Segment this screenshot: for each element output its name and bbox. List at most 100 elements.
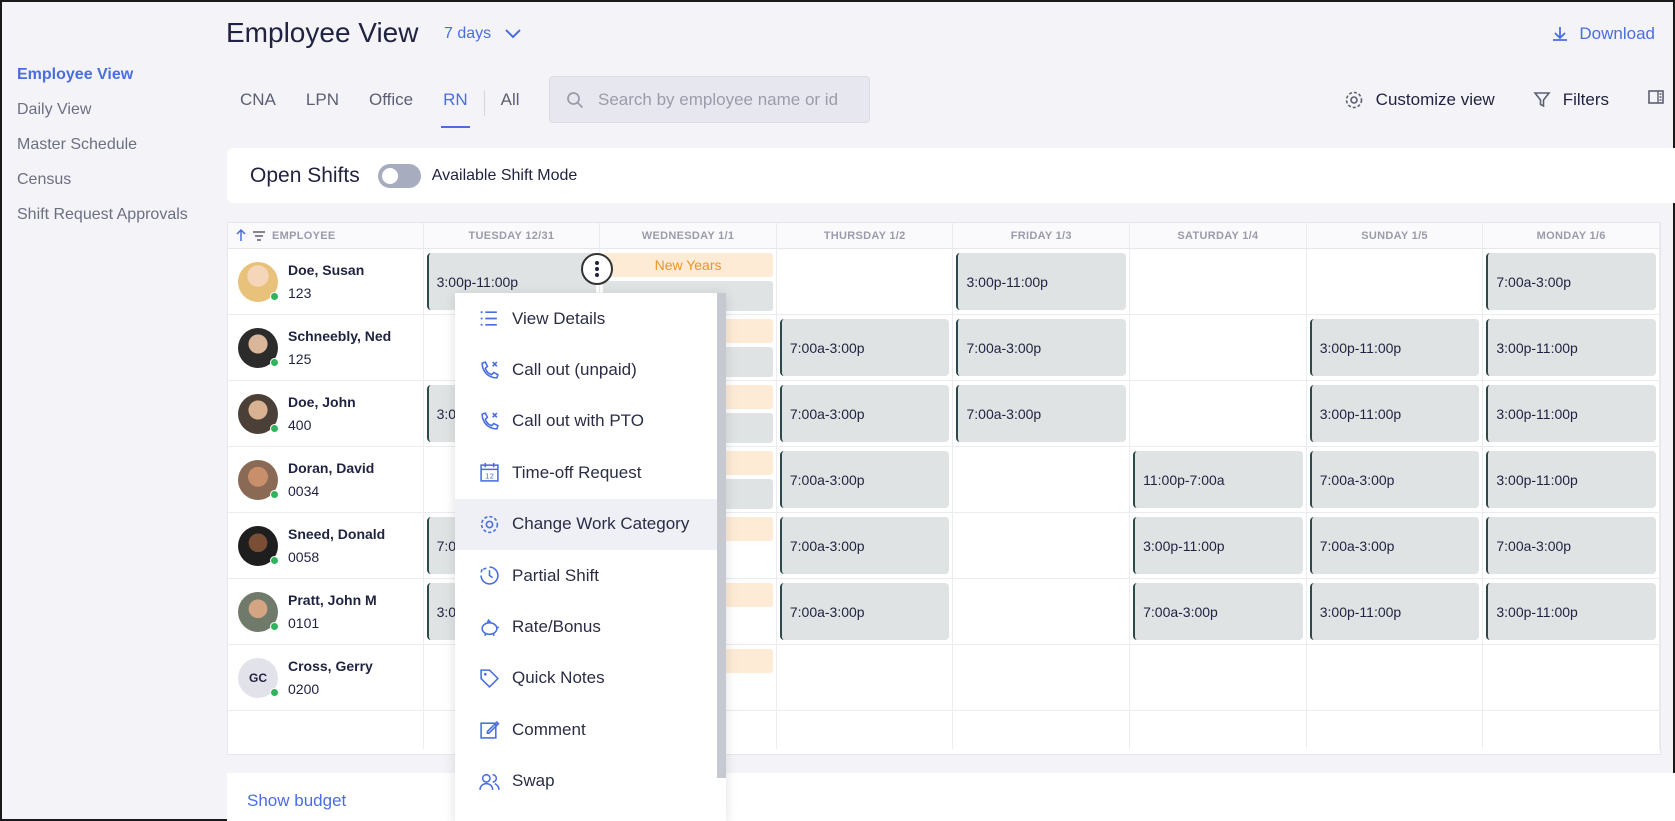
sidebar-item-master-schedule[interactable]: Master Schedule	[17, 134, 217, 169]
day-cell[interactable]: 7:00a-3:00p	[953, 315, 1131, 380]
shift-block[interactable]: 3:00p-11:00p	[1486, 583, 1656, 640]
show-budget-link[interactable]: Show budget	[247, 791, 346, 810]
day-cell[interactable]: 3:00p-11:00p	[953, 249, 1131, 314]
day-cell[interactable]	[953, 447, 1131, 512]
employee-cell[interactable]: Doran, David 0034	[228, 447, 424, 512]
sidebar-item-shift-request-approvals[interactable]: Shift Request Approvals	[17, 204, 217, 239]
filters-button[interactable]: Filters	[1533, 90, 1609, 110]
filter-lines-icon[interactable]	[253, 230, 265, 241]
day-cell[interactable]	[953, 579, 1131, 644]
shift-block[interactable]: 7:00a-3:00p	[956, 319, 1127, 376]
day-cell[interactable]	[1307, 645, 1484, 710]
shift-block[interactable]: 3:00p-11:00p	[956, 253, 1127, 310]
shift-block[interactable]: 11:00p-7:00a	[1133, 451, 1303, 508]
day-cell[interactable]	[953, 513, 1131, 578]
menu-item-call-out-with-pto[interactable]: Call out with PTO	[455, 396, 717, 447]
shift-block[interactable]: 7:00a-3:00p	[779, 451, 950, 508]
day-cell[interactable]	[1483, 645, 1660, 710]
day-cell[interactable]: 7:00a-3:00p	[953, 381, 1131, 446]
tab-lpn[interactable]: LPN	[306, 90, 339, 116]
search-input[interactable]	[598, 89, 858, 110]
menu-item-rate-bonus[interactable]: Rate/Bonus	[455, 601, 717, 652]
tab-all[interactable]: All	[501, 90, 520, 116]
day-cell[interactable]: 7:00a-3:00p	[777, 579, 954, 644]
day-cell[interactable]: 7:00a-3:00p	[777, 447, 954, 512]
menu-item-quick-notes[interactable]: Quick Notes	[455, 653, 717, 704]
panel-toggle-button[interactable]	[1647, 88, 1665, 111]
day-cell[interactable]: 3:00p-11:00p	[1483, 579, 1660, 644]
employee-cell[interactable]: Doe, Susan 123	[228, 249, 424, 314]
day-cell[interactable]: 7:00a-3:00p	[1483, 249, 1660, 314]
day-cell[interactable]: 3:00p-11:00p	[1307, 315, 1484, 380]
employee-cell[interactable]: Doe, John 400	[228, 381, 424, 446]
tab-office[interactable]: Office	[369, 90, 413, 116]
day-cell[interactable]: 7:00a-3:00p	[1307, 513, 1484, 578]
day-cell[interactable]: 7:00a-3:00p	[1483, 513, 1660, 578]
day-cell[interactable]: 7:00a-3:00p	[1307, 447, 1484, 512]
day-cell[interactable]	[1483, 711, 1660, 749]
day-cell[interactable]	[777, 249, 954, 314]
shift-block[interactable]: 3:00p-11:00p	[1486, 385, 1656, 442]
day-cell[interactable]: 3:00p-11:00p	[1483, 381, 1660, 446]
day-cell[interactable]	[1130, 381, 1307, 446]
shift-block[interactable]: 7:00a-3:00p	[779, 517, 950, 574]
day-cell[interactable]	[1130, 711, 1307, 749]
day-cell[interactable]	[1130, 249, 1307, 314]
shift-block[interactable]: 7:00a-3:00p	[1133, 583, 1303, 640]
employee-cell[interactable]: GC Cross, Gerry 0200	[228, 645, 424, 710]
day-cell[interactable]: 3:00p-11:00p	[1130, 513, 1307, 578]
day-cell[interactable]	[953, 645, 1131, 710]
menu-item-time-off-request[interactable]: 12 Time-off Request	[455, 447, 717, 498]
day-cell[interactable]	[953, 711, 1131, 749]
employee-cell[interactable]: Pratt, John M 0101	[228, 579, 424, 644]
day-cell[interactable]: 3:00p-11:00p	[1483, 447, 1660, 512]
employee-cell[interactable]: Schneebly, Ned 125	[228, 315, 424, 380]
day-cell[interactable]: 7:00a-3:00p	[777, 513, 954, 578]
tab-cna[interactable]: CNA	[240, 90, 276, 116]
day-cell[interactable]: 7:00a-3:00p	[777, 381, 954, 446]
menu-item-partial-shift[interactable]: Partial Shift	[455, 550, 717, 601]
shift-block[interactable]: 3:00p-11:00p	[1486, 319, 1656, 376]
more-options-button[interactable]	[581, 253, 614, 285]
range-dropdown[interactable]: 7 days	[444, 25, 521, 43]
menu-item-call-out-unpaid[interactable]: Call out (unpaid)	[455, 344, 717, 395]
shift-block[interactable]: 3:00p-11:00p	[1309, 583, 1480, 640]
sidebar-item-census[interactable]: Census	[17, 169, 217, 204]
day-cell[interactable]: 3:00p-11:00p	[1483, 315, 1660, 380]
day-cell[interactable]	[777, 645, 954, 710]
day-cell[interactable]	[1307, 249, 1484, 314]
menu-scrollbar[interactable]	[717, 293, 726, 778]
shift-block[interactable]: 7:00a-3:00p	[779, 385, 950, 442]
day-cell[interactable]: 3:00p-11:00p	[1307, 381, 1484, 446]
shift-block[interactable]: 7:00a-3:00p	[779, 319, 950, 376]
menu-item-swap[interactable]: Swap	[455, 756, 717, 807]
shift-block[interactable]: 7:00a-3:00p	[779, 583, 950, 640]
day-cell[interactable]: 7:00a-3:00p	[777, 315, 954, 380]
available-shift-mode-toggle[interactable]	[377, 163, 421, 188]
day-cell[interactable]: 7:00a-3:00p	[1130, 579, 1307, 644]
shift-block[interactable]: 7:00a-3:00p	[956, 385, 1127, 442]
employee-column-header[interactable]: EMPLOYEE	[228, 223, 424, 248]
tab-rn[interactable]: RN	[441, 90, 470, 128]
employee-cell[interactable]: Sneed, Donald 0058	[228, 513, 424, 578]
shift-block[interactable]: 7:00a-3:00p	[1486, 517, 1656, 574]
shift-block[interactable]: 7:00a-3:00p	[1486, 253, 1656, 310]
shift-block[interactable]: 3:00p-11:00p	[1133, 517, 1303, 574]
download-button[interactable]: Download	[1551, 24, 1655, 44]
menu-item-comment[interactable]: Comment	[455, 704, 717, 755]
menu-item-view-details[interactable]: View Details	[455, 293, 717, 344]
shift-block[interactable]: 7:00a-3:00p	[1309, 517, 1480, 574]
shift-block[interactable]: 3:00p-11:00p	[1486, 451, 1656, 508]
shift-block[interactable]: 7:00a-3:00p	[1309, 451, 1480, 508]
day-cell[interactable]: 11:00p-7:00a	[1130, 447, 1307, 512]
sidebar-item-employee-view[interactable]: Employee View	[17, 64, 217, 99]
customize-view-button[interactable]: Customize view	[1344, 90, 1495, 110]
day-cell[interactable]	[1307, 711, 1484, 749]
day-cell[interactable]	[1130, 315, 1307, 380]
shift-block[interactable]: 3:00p-11:00p	[1309, 319, 1480, 376]
sidebar-item-daily-view[interactable]: Daily View	[17, 99, 217, 134]
shift-block[interactable]: 3:00p-11:00p	[1309, 385, 1480, 442]
day-cell[interactable]	[777, 711, 954, 749]
sort-up-icon[interactable]	[236, 229, 246, 242]
day-cell[interactable]: 3:00p-11:00p	[1307, 579, 1484, 644]
